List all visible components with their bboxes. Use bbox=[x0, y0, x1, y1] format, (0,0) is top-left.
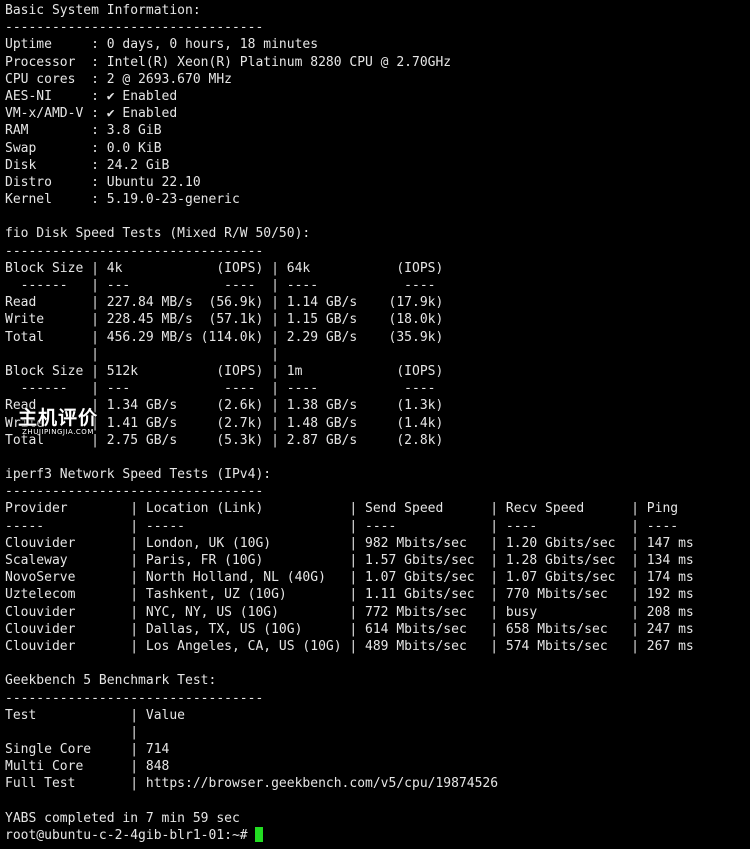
terminal-line: Total | 2.75 GB/s (5.3k) | 2.87 GB/s (2.… bbox=[5, 432, 444, 448]
terminal-line: Write | 1.41 GB/s (2.7k) | 1.48 GB/s (1.… bbox=[5, 415, 444, 431]
terminal-line: ----- | ----- | ---- | ---- | ---- bbox=[5, 518, 679, 534]
terminal-line: Processor : Intel(R) Xeon(R) Platinum 82… bbox=[5, 54, 452, 70]
terminal-line: --------------------------------- bbox=[5, 690, 264, 706]
terminal-line: Full Test | https://browser.geekbench.co… bbox=[5, 776, 499, 792]
terminal-line: --------------------------------- bbox=[5, 484, 264, 500]
terminal-line: Basic System Information: bbox=[5, 3, 201, 18]
terminal-line: ------ | --- ---- | ---- ---- bbox=[5, 381, 436, 397]
terminal-line: VM-x/AMD-V : ✔ Enabled bbox=[5, 106, 178, 122]
terminal-line: Block Size | 512k (IOPS) | 1m (IOPS) bbox=[5, 363, 444, 379]
terminal-line: CPU cores : 2 @ 2693.670 MHz bbox=[5, 71, 232, 87]
terminal-line: --------------------------------- bbox=[5, 20, 264, 36]
terminal-line: Uptime : 0 days, 0 hours, 18 minutes bbox=[5, 37, 319, 53]
terminal-line: iperf3 Network Speed Tests (IPv4): bbox=[5, 467, 272, 483]
terminal-line: | | bbox=[5, 346, 279, 362]
shell-prompt: root@ubuntu-c-2-4gib-blr1-01:~# bbox=[5, 828, 256, 843]
terminal-line: Single Core | 714 bbox=[5, 742, 170, 758]
terminal-line: Read | 227.84 MB/s (56.9k) | 1.14 GB/s (… bbox=[5, 295, 444, 311]
terminal-line: Block Size | 4k (IOPS) | 64k (IOPS) bbox=[5, 260, 444, 276]
terminal-line: NovoServe | North Holland, NL (40G) | 1.… bbox=[5, 570, 694, 586]
terminal-line: ------ | --- ---- | ---- ---- bbox=[5, 278, 436, 293]
terminal-line: --------------------------------- bbox=[5, 243, 264, 259]
terminal-line: Read | 1.34 GB/s (2.6k) | 1.38 GB/s (1.3… bbox=[5, 398, 444, 414]
terminal-line: YABS completed in 7 min 59 sec bbox=[5, 810, 240, 826]
terminal-line: Total | 456.29 MB/s (114.0k) | 2.29 GB/s… bbox=[5, 329, 444, 345]
terminal-line: Disk : 24.2 GiB bbox=[5, 157, 170, 173]
terminal-line: Write | 228.45 MB/s (57.1k) | 1.15 GB/s … bbox=[5, 312, 444, 328]
terminal-line: Clouvider | Dallas, TX, US (10G) | 614 M… bbox=[5, 621, 694, 637]
terminal-line: Swap : 0.0 KiB bbox=[5, 140, 162, 156]
terminal-line: Uztelecom | Tashkent, UZ (10G) | 1.11 Gb… bbox=[5, 587, 694, 603]
terminal-line: Test | Value bbox=[5, 707, 186, 723]
terminal-line: Clouvider | NYC, NY, US (10G) | 772 Mbit… bbox=[5, 604, 694, 620]
terminal-line: | bbox=[5, 724, 139, 740]
terminal-line: Scaleway | Paris, FR (10G) | 1.57 Gbits/… bbox=[5, 553, 694, 568]
terminal-window[interactable]: Basic System Information: ---------------… bbox=[0, 0, 750, 849]
terminal-line: Kernel : 5.19.0-23-generic bbox=[5, 192, 240, 208]
prompt-line[interactable]: root@ubuntu-c-2-4gib-blr1-01:~# bbox=[5, 827, 750, 844]
terminal-line: Geekbench 5 Benchmark Test: bbox=[5, 673, 217, 689]
text-cursor bbox=[255, 827, 264, 842]
terminal-line: Provider | Location (Link) | Send Speed … bbox=[5, 501, 679, 517]
terminal-line: Multi Core | 848 bbox=[5, 759, 170, 775]
terminal-line: RAM : 3.8 GiB bbox=[5, 123, 162, 139]
terminal-line: fio Disk Speed Tests (Mixed R/W 50/50): bbox=[5, 226, 311, 242]
terminal-output: Basic System Information: ---------------… bbox=[5, 2, 750, 827]
terminal-line: Clouvider | Los Angeles, CA, US (10G) | … bbox=[5, 638, 694, 654]
terminal-line: Clouvider | London, UK (10G) | 982 Mbits… bbox=[5, 535, 694, 551]
terminal-line: Distro : Ubuntu 22.10 bbox=[5, 174, 201, 190]
terminal-line: AES-NI : ✔ Enabled bbox=[5, 88, 178, 104]
